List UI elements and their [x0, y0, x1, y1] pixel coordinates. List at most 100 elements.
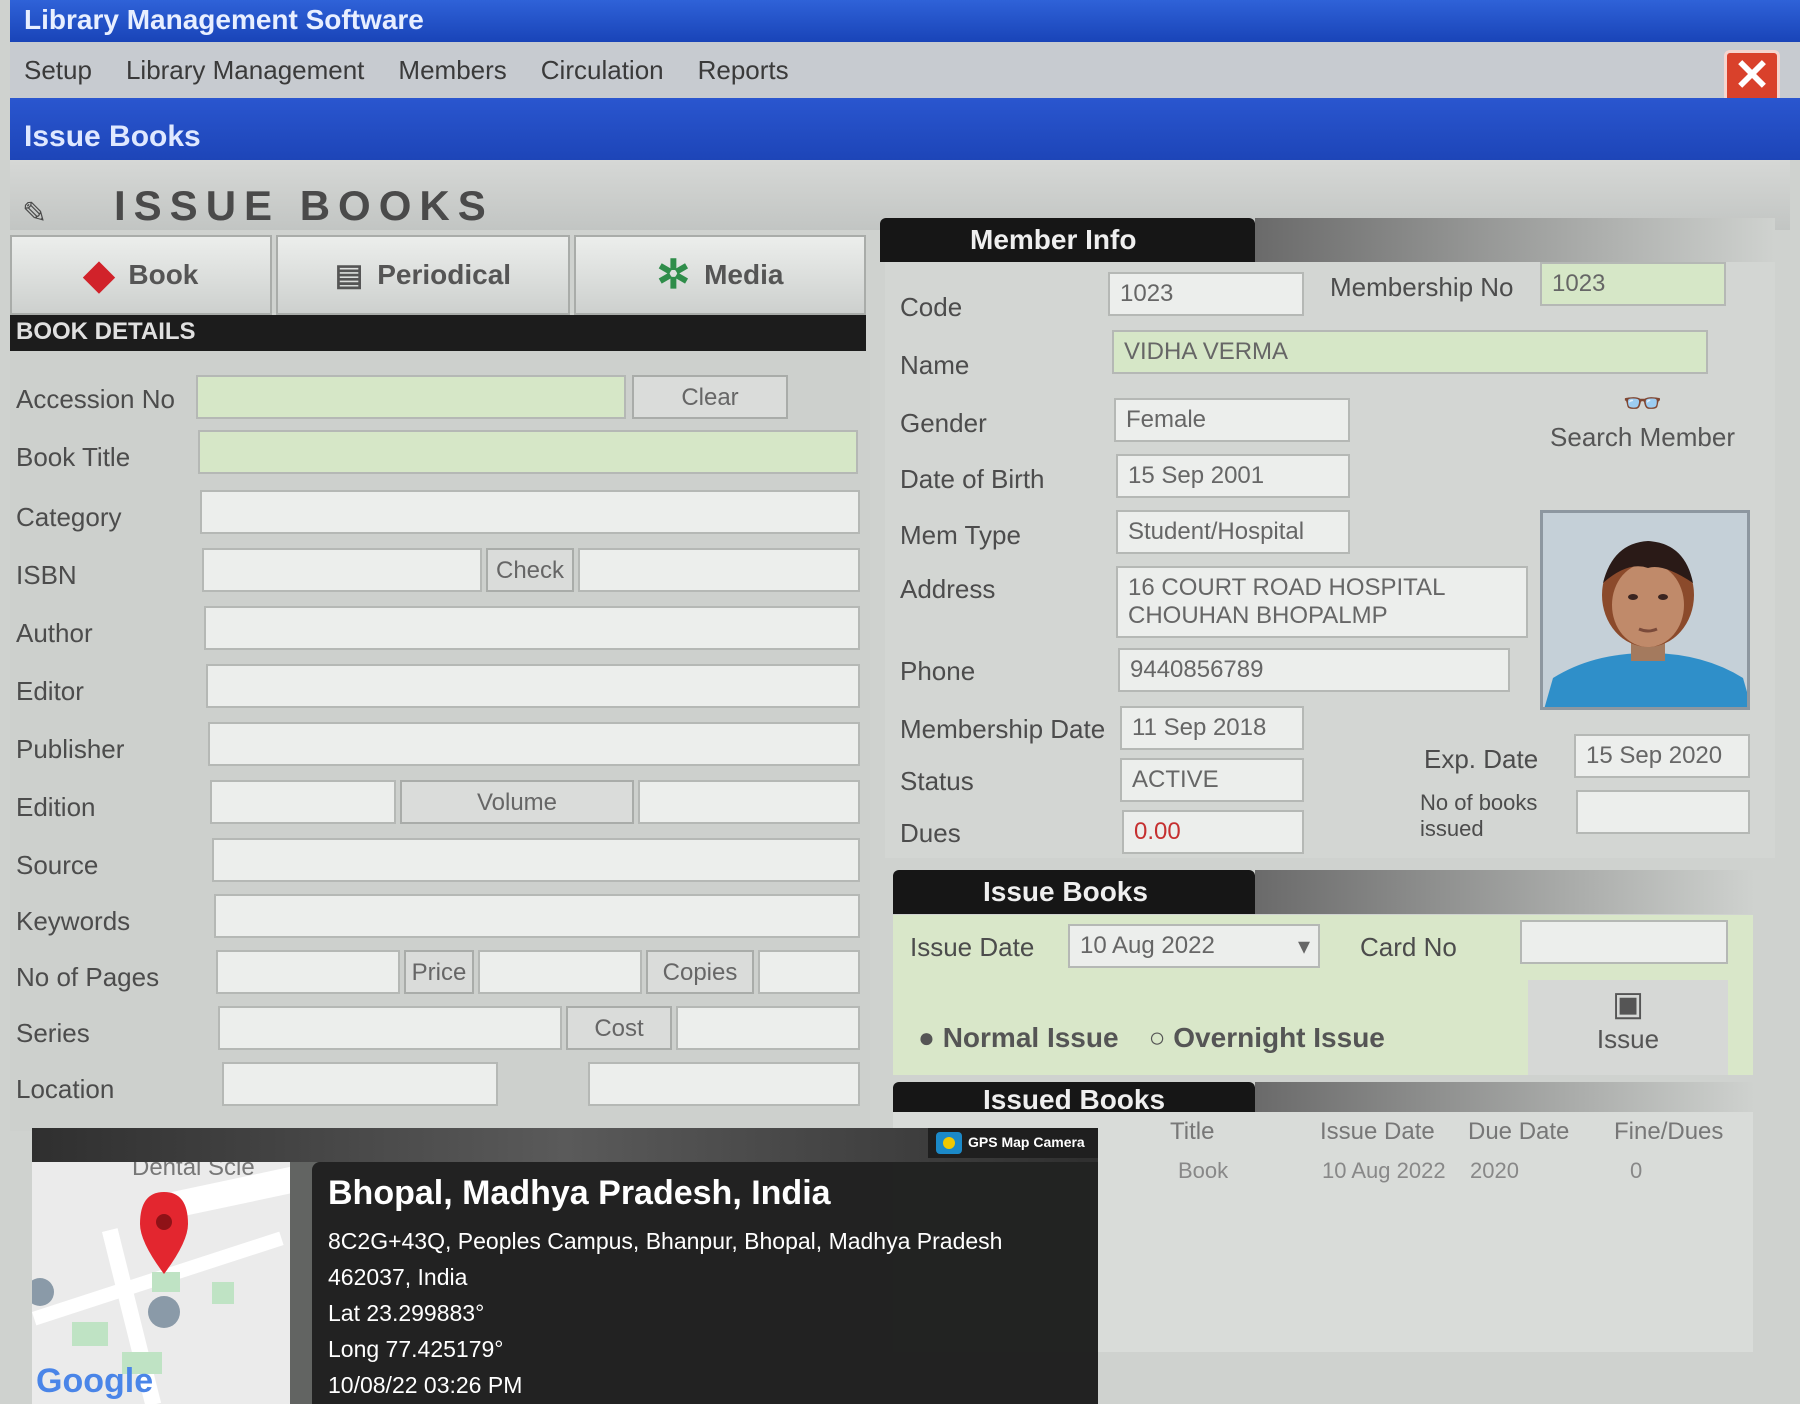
book-title-input[interactable]	[198, 430, 858, 474]
dues-input[interactable]: 0.00	[1122, 810, 1304, 854]
membership-date-input[interactable]: 11 Sep 2018	[1120, 706, 1304, 750]
mini-map: Dental Scie Google	[32, 1162, 290, 1404]
phone-input[interactable]: 9440856789	[1118, 648, 1510, 692]
location-input[interactable]	[222, 1062, 498, 1106]
gps-app-name: GPS Map Camera	[968, 1134, 1085, 1150]
label-exp-date: Exp. Date	[1424, 744, 1539, 774]
name-input[interactable]: VIDHA VERMA	[1112, 330, 1708, 374]
overnight-issue-label: Overnight Issue	[1173, 1022, 1385, 1053]
col-issue-date: Issue Date	[1320, 1118, 1435, 1145]
issue-date-value: 10 Aug 2022	[1080, 932, 1215, 959]
menu-circulation[interactable]: Circulation	[541, 55, 664, 86]
cost-button[interactable]: Cost	[566, 1006, 672, 1050]
label-dob: Date of Birth	[900, 464, 1045, 494]
isbn-input[interactable]	[202, 548, 482, 592]
child-window-title-bar: Issue Books	[10, 98, 1800, 160]
grid-row-fine[interactable]: 0	[1630, 1158, 1642, 1184]
exp-date-input[interactable]: 15 Sep 2020	[1574, 734, 1750, 778]
card-no-input[interactable]	[1520, 920, 1728, 964]
tab-book-label: Book	[128, 259, 199, 290]
accession-no-input[interactable]	[196, 375, 626, 419]
search-member-button[interactable]: 👓 Search Member	[1540, 380, 1745, 485]
price-input[interactable]	[478, 950, 642, 994]
grid-row-issue-date[interactable]: 10 Aug 2022	[1322, 1158, 1446, 1184]
menu-setup[interactable]: Setup	[24, 55, 92, 86]
gps-address-line-2: 462037, India	[328, 1264, 468, 1290]
label-status: Status	[900, 766, 974, 796]
address-input[interactable]: 16 COURT ROAD HOSPITAL CHOUHAN BHOPALMP	[1116, 566, 1528, 638]
grid-row-due-date[interactable]: 2020	[1470, 1158, 1519, 1184]
label-gender: Gender	[900, 408, 987, 438]
close-icon: ✕	[1733, 51, 1771, 100]
label-name: Name	[900, 350, 970, 380]
edition-input[interactable]	[210, 780, 396, 824]
window-title: Library Management Software	[24, 4, 424, 35]
book-icon: ✎	[22, 197, 48, 230]
label-phone: Phone	[900, 656, 976, 686]
normal-issue-radio[interactable]: ● Normal Issue	[918, 1022, 1119, 1054]
map-brand-logo: Google	[36, 1362, 154, 1400]
volume-button[interactable]: Volume	[400, 780, 634, 824]
label-member-type: Mem Type	[900, 520, 1021, 550]
issue-button-label: Issue	[1596, 1024, 1660, 1054]
label-issue-date: Issue Date	[910, 932, 1035, 962]
cost-input[interactable]	[676, 1006, 860, 1050]
code-input[interactable]: 1023	[1108, 272, 1304, 316]
check-button[interactable]: Check	[486, 548, 574, 592]
status-input[interactable]: ACTIVE	[1120, 758, 1304, 802]
copies-input[interactable]	[758, 950, 860, 994]
dob-input[interactable]: 15 Sep 2001	[1116, 454, 1350, 498]
issued-books-header-fade	[1255, 1082, 1755, 1116]
issue-button[interactable]: ▣ Issue	[1528, 980, 1728, 1075]
tab-periodical[interactable]: ▤ Periodical	[276, 235, 570, 315]
col-due-date: Due Date	[1468, 1118, 1570, 1145]
gender-input[interactable]: Female	[1114, 398, 1350, 442]
member-info-header-fade	[1255, 218, 1775, 262]
clear-button[interactable]: Clear	[632, 375, 788, 419]
menu-members[interactable]: Members	[398, 55, 506, 86]
grid-row-title[interactable]: Book	[1178, 1158, 1228, 1184]
normal-issue-label: Normal Issue	[942, 1022, 1119, 1053]
gps-latitude: Lat 23.299883°	[328, 1300, 485, 1326]
publisher-input[interactable]	[208, 722, 860, 766]
overnight-issue-radio[interactable]: ○ Overnight Issue	[1149, 1022, 1385, 1054]
pages-input[interactable]	[216, 950, 400, 994]
issue-date-input[interactable]: 10 Aug 2022 ▾	[1068, 924, 1320, 968]
label-membership-date: Membership Date	[900, 714, 1106, 744]
keywords-input[interactable]	[214, 894, 860, 938]
volume-input[interactable]	[638, 780, 860, 824]
col-fine: Fine/Dues	[1614, 1118, 1724, 1145]
issue-type-options: ● Normal Issue ○ Overnight Issue	[918, 1022, 1385, 1054]
menu-library-management[interactable]: Library Management	[126, 55, 364, 86]
location-extra-input[interactable]	[588, 1062, 860, 1106]
label-accession-no: Accession No	[16, 384, 175, 414]
copies-button[interactable]: Copies	[646, 950, 754, 994]
col-title: Title	[1170, 1118, 1215, 1145]
price-button[interactable]: Price	[404, 950, 474, 994]
label-book-title: Book Title	[16, 442, 131, 472]
label-publisher: Publisher	[16, 734, 125, 764]
tab-book[interactable]: ◆ Book	[10, 235, 272, 315]
author-input[interactable]	[204, 606, 860, 650]
category-input[interactable]	[200, 490, 860, 534]
search-member-label: Search Member	[1550, 422, 1735, 452]
periodical-icon: ▤	[334, 258, 364, 292]
gps-info-box: Bhopal, Madhya Pradesh, India 8C2G+43Q, …	[312, 1162, 1098, 1404]
member-type-input[interactable]: Student/Hospital	[1116, 510, 1350, 554]
gps-app-tag: GPS Map Camera	[928, 1128, 1098, 1158]
camera-icon	[936, 1132, 962, 1154]
editor-input[interactable]	[206, 664, 860, 708]
label-books-issued: No of books issued	[1420, 790, 1538, 841]
gps-datetime: 10/08/22 03:26 PM	[328, 1372, 523, 1398]
label-address: Address	[900, 574, 996, 604]
books-issued-input[interactable]	[1576, 790, 1750, 834]
menu-reports[interactable]: Reports	[698, 55, 789, 86]
tab-periodical-label: Periodical	[377, 259, 512, 290]
child-window-title: Issue Books	[24, 120, 201, 153]
membership-no-input[interactable]: 1023	[1540, 262, 1726, 306]
source-input[interactable]	[212, 838, 860, 882]
address-line-1: 16 COURT ROAD HOSPITAL	[1128, 574, 1446, 601]
isbn-extra-input[interactable]	[578, 548, 860, 592]
series-input[interactable]	[218, 1006, 562, 1050]
tab-media[interactable]: ✲ Media	[574, 235, 866, 315]
